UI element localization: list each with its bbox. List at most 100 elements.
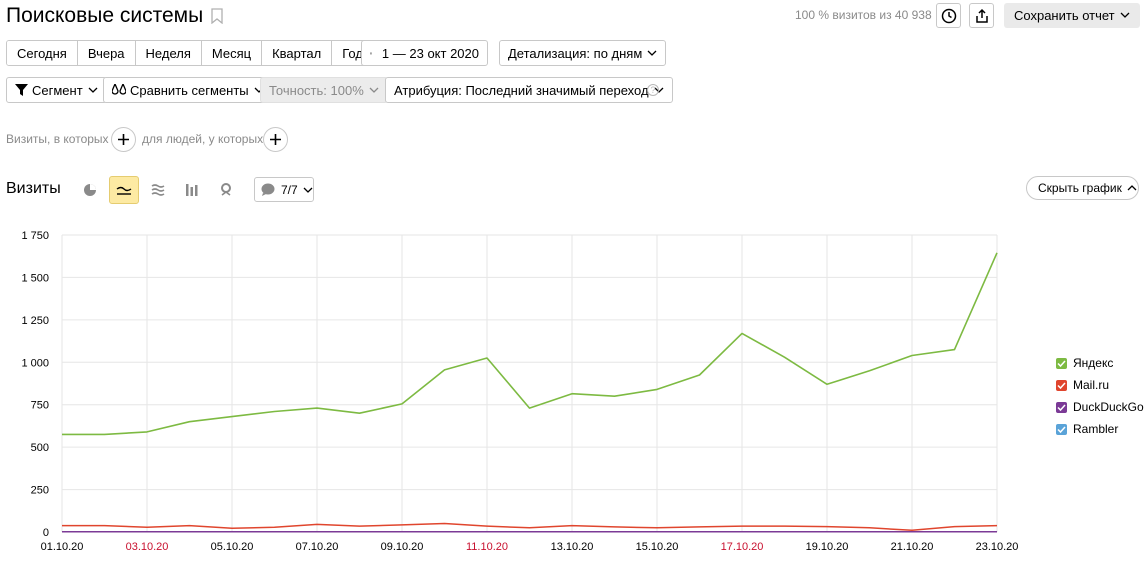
compare-segments-dropdown[interactable]: Сравнить сегменты	[103, 77, 273, 103]
bar-chart-button[interactable]	[177, 176, 207, 204]
section-title: Визиты	[6, 180, 61, 197]
chevron-down-icon	[303, 187, 313, 193]
period-today[interactable]: Сегодня	[7, 41, 78, 65]
line-chart-icon	[116, 186, 132, 195]
add-visits-filter-button[interactable]	[111, 127, 136, 152]
area-chart-icon	[151, 184, 165, 196]
legend-item-yandex[interactable]: Яндекс	[1056, 352, 1144, 374]
calendar-icon	[370, 52, 372, 54]
segment-dropdown[interactable]: Сегмент	[6, 77, 107, 103]
compare-segments-label: Сравнить сегменты	[130, 82, 249, 98]
save-report-button[interactable]: Сохранить отчет	[1004, 3, 1140, 28]
detail-dropdown[interactable]: Детализация: по дням	[499, 40, 667, 66]
accuracy-label: Точность: 100%	[269, 82, 364, 98]
hide-chart-label: Скрыть график	[1038, 181, 1122, 195]
check-icon	[1057, 425, 1066, 433]
visits-info: 100 % визитов из 40 938	[795, 8, 932, 22]
chevron-down-icon	[1120, 12, 1130, 18]
bar-chart-icon	[186, 184, 198, 196]
date-range-button[interactable]: 1 — 23 окт 2020	[361, 40, 488, 66]
period-quarter[interactable]: Квартал	[262, 41, 333, 65]
hide-chart-button[interactable]: Скрыть график	[1026, 176, 1139, 200]
chevron-down-icon	[647, 50, 657, 56]
map-chart-button[interactable]	[211, 176, 241, 204]
comments-dropdown[interactable]: 7/7	[254, 177, 314, 202]
chart-legend: Яндекс Mail.ru DuckDuckGo Rambler	[1056, 352, 1144, 440]
period-month[interactable]: Месяц	[201, 41, 263, 65]
legend-checkbox[interactable]	[1056, 357, 1067, 369]
legend-label: Rambler	[1073, 422, 1119, 436]
x-tick-label: 17.10.20	[721, 541, 764, 553]
visits-line-chart: 0 250 500 750 1 000 1 250 1 500 1 750 01.10.20 03…	[21, 230, 1019, 553]
attribution-dropdown[interactable]: Атрибуция: Последний значимый переход	[385, 77, 673, 103]
legend-item-mailru[interactable]: Mail.ru	[1056, 374, 1144, 396]
x-tick-label: 23.10.20	[976, 541, 1019, 553]
y-tick-label: 750	[31, 400, 49, 412]
x-tick-label: 01.10.20	[41, 541, 84, 553]
period-selector: Сегодня Вчера Неделя Месяц Квартал Год	[6, 40, 374, 66]
y-tick-label: 1 500	[21, 272, 49, 284]
comments-count: 7/7	[281, 182, 298, 197]
segment-label: Сегмент	[32, 82, 83, 98]
clock-icon	[941, 8, 956, 23]
pie-chart-button[interactable]	[75, 176, 105, 204]
check-icon	[1057, 381, 1066, 389]
x-tick-label: 09.10.20	[381, 541, 424, 553]
pie-chart-icon	[84, 184, 96, 196]
x-tick-label: 11.10.20	[466, 541, 508, 553]
y-tick-label: 0	[43, 527, 49, 539]
chevron-down-icon	[369, 87, 379, 93]
x-tick-label: 03.10.20	[126, 541, 169, 553]
bookmark-icon[interactable]	[211, 8, 223, 24]
page-title-text: Поисковые системы	[6, 4, 204, 27]
people-filter-label: для людей, у которых	[142, 132, 264, 146]
area-chart-button[interactable]	[143, 176, 173, 204]
legend-label: Mail.ru	[1073, 378, 1110, 392]
accuracy-dropdown[interactable]: Точность: 100%	[260, 77, 388, 103]
x-tick-label: 13.10.20	[551, 541, 594, 553]
legend-label: Яндекс	[1073, 356, 1114, 370]
y-tick-label: 1 750	[21, 230, 49, 242]
y-tick-label: 1 000	[21, 357, 49, 369]
comment-icon	[261, 183, 275, 196]
y-tick-label: 250	[31, 485, 49, 497]
x-tick-label: 15.10.20	[636, 541, 679, 553]
y-tick-label: 1 250	[21, 315, 49, 327]
map-pin-icon	[221, 183, 231, 196]
filter-icon	[15, 84, 28, 96]
plus-icon	[118, 134, 129, 145]
legend-item-duckduckgo[interactable]: DuckDuckGo	[1056, 396, 1144, 418]
detail-label: Детализация: по дням	[508, 45, 643, 61]
page-title: Поисковые системы	[6, 4, 223, 28]
x-tick-label: 05.10.20	[211, 541, 254, 553]
chevron-down-icon	[88, 87, 98, 93]
attribution-label: Атрибуция: Последний значимый переход	[394, 82, 649, 98]
x-tick-label: 21.10.20	[891, 541, 934, 553]
visits-filter-label: Визиты, в которых	[6, 132, 109, 146]
legend-item-rambler[interactable]: Rambler	[1056, 418, 1144, 440]
compare-icon	[112, 84, 126, 95]
history-button[interactable]	[936, 3, 961, 28]
line-chart-button[interactable]	[109, 176, 139, 204]
legend-checkbox[interactable]	[1056, 423, 1067, 435]
x-tick-label: 07.10.20	[296, 541, 339, 553]
y-tick-label: 500	[31, 442, 49, 454]
plus-icon	[270, 134, 281, 145]
legend-label: DuckDuckGo	[1073, 400, 1144, 414]
add-people-filter-button[interactable]	[263, 127, 288, 152]
save-report-label: Сохранить отчет	[1014, 8, 1115, 23]
legend-checkbox[interactable]	[1056, 379, 1067, 391]
legend-checkbox[interactable]	[1056, 401, 1067, 413]
date-range-label: 1 — 23 окт 2020	[381, 45, 479, 61]
period-week[interactable]: Неделя	[135, 41, 202, 65]
series-line-mail-ru	[62, 522, 998, 532]
export-button[interactable]	[969, 3, 994, 28]
series-line-яндекс	[62, 252, 998, 436]
check-icon	[1057, 359, 1066, 367]
period-yesterday[interactable]: Вчера	[77, 41, 136, 65]
share-icon	[975, 8, 988, 23]
chevron-up-icon	[1127, 185, 1137, 191]
help-icon[interactable]: ?	[647, 84, 659, 96]
check-icon	[1057, 403, 1066, 411]
x-tick-label: 19.10.20	[806, 541, 849, 553]
